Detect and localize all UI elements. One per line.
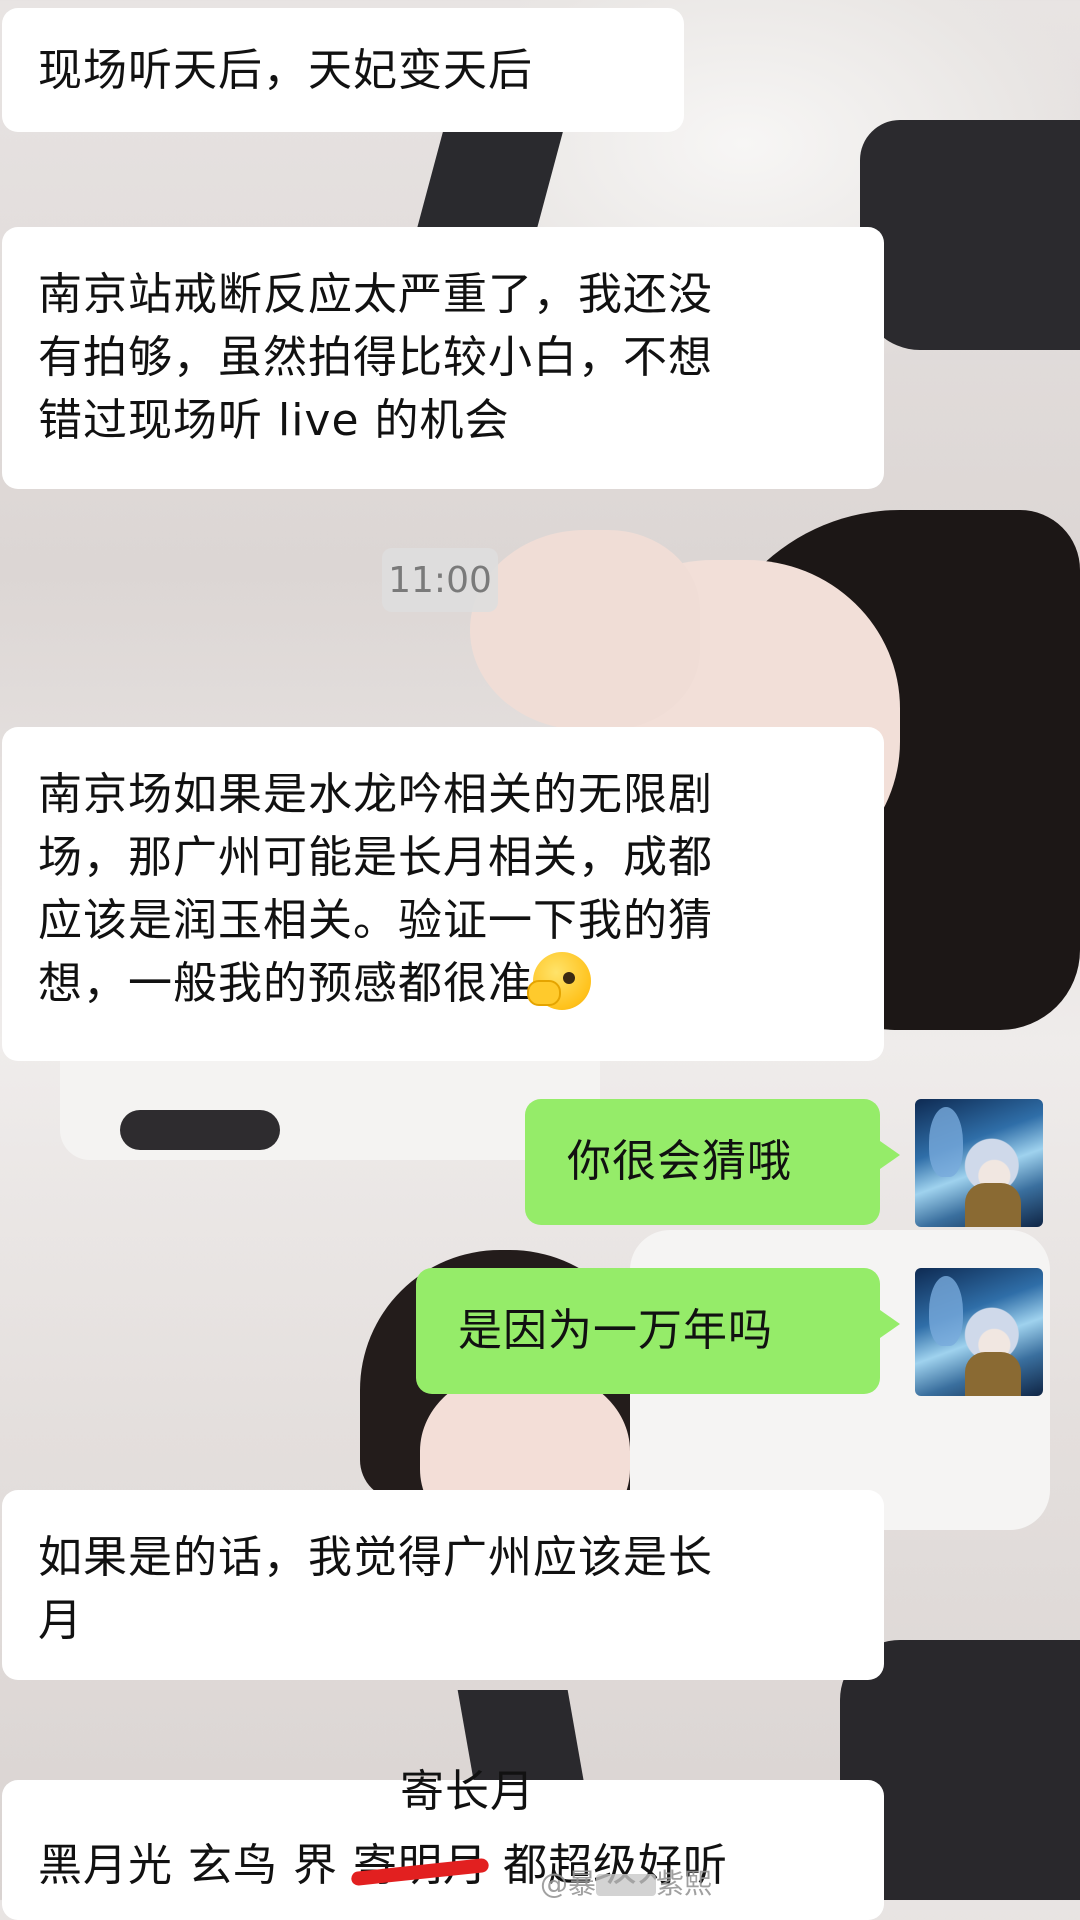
received-message[interactable]: 南京站戒断反应太严重了，我还没 有拍够，虽然拍得比较小白，不想 错过现场听 li…: [2, 227, 884, 489]
message-text: 现场听天后，天妃变天后: [38, 45, 533, 96]
received-message[interactable]: 现场听天后，天妃变天后: [2, 8, 684, 132]
background-photo-dark-band: [120, 1110, 280, 1150]
user-avatar[interactable]: [915, 1268, 1043, 1396]
message-line: 应该是润玉相关。验证一下我的猜: [38, 895, 713, 946]
message-text: 是因为一万年吗: [458, 1305, 773, 1356]
message-line-text: 想，一般我的预感都很准: [38, 958, 533, 1009]
received-message[interactable]: 如果是的话，我觉得广州应该是长 月: [2, 1490, 884, 1680]
background-photo-hand: [470, 530, 700, 730]
message-line: 如果是的话，我觉得广州应该是长: [38, 1532, 713, 1583]
message-text: 你很会猜哦: [567, 1136, 792, 1187]
message-line: 错过现场听 live 的机会: [38, 395, 510, 446]
timestamp-badge: 11:00: [382, 548, 498, 612]
watermark-prefix: @暴: [540, 1867, 597, 1900]
sent-message[interactable]: 是因为一万年吗: [416, 1268, 900, 1394]
received-message[interactable]: 南京场如果是水龙吟相关的无限剧 场，那广州可能是长月相关，成都 应该是润玉相关。…: [2, 727, 884, 1061]
face-with-hand-over-mouth-emoji: [527, 952, 591, 1010]
message-line: 南京站戒断反应太严重了，我还没: [38, 269, 713, 320]
background-photo-jacket: [860, 120, 1080, 350]
struck-out-text: 寄明月: [350, 1834, 490, 1897]
message-line: 月: [38, 1595, 83, 1646]
message-text-part: 黑月光 玄鸟 界: [38, 1840, 353, 1891]
weibo-watermark: @暴 紫熙: [540, 1862, 712, 1902]
message-line: 南京场如果是水龙吟相关的无限剧: [38, 769, 713, 820]
user-avatar[interactable]: [915, 1099, 1043, 1227]
message-line: 有拍够，虽然拍得比较小白，不想: [38, 332, 713, 383]
sent-message[interactable]: 你很会猜哦: [525, 1099, 900, 1225]
watermark-mask: [596, 1874, 657, 1896]
message-line: 场，那广州可能是长月相关，成都: [38, 832, 713, 883]
handwritten-correction: 寄长月: [400, 1766, 535, 1817]
watermark-suffix: 紫熙: [656, 1867, 713, 1900]
message-line: 想，一般我的预感都很准: [38, 952, 848, 1015]
